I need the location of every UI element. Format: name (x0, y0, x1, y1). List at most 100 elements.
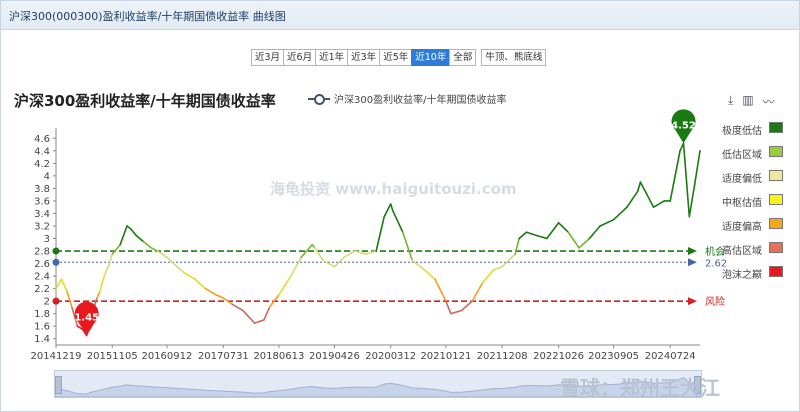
reference-line-label: 2.62 (705, 258, 727, 269)
series-segment (60, 278, 68, 293)
x-tick-label: 20151105 (87, 351, 138, 362)
y-tick-label: 4 (44, 171, 50, 182)
series-segment (383, 203, 392, 218)
x-tick-label: 20170731 (198, 351, 249, 362)
series-segment (215, 294, 225, 299)
x-tick-label: 20180613 (253, 351, 304, 362)
series-segment (411, 259, 426, 271)
y-tick-label: 3.4 (34, 209, 50, 220)
series-segment (231, 303, 244, 312)
series-segment (460, 300, 473, 312)
series-segment (401, 231, 414, 262)
x-tick-label: 20211208 (477, 351, 528, 362)
reference-line-arrow (688, 297, 697, 306)
series-segment (183, 272, 196, 281)
series-segment (135, 234, 145, 243)
series-segment (55, 278, 63, 290)
y-tick-label: 4.4 (34, 146, 50, 157)
series-segment (166, 256, 175, 265)
series-segment (501, 253, 516, 268)
series-segment (66, 290, 73, 309)
series-segment (242, 309, 256, 324)
y-tick-label: 2.2 (34, 284, 50, 295)
brand-watermark: 雪球：郑州王大江 (560, 376, 720, 400)
y-tick-label: 2.4 (34, 272, 50, 283)
series-segment (290, 256, 302, 277)
reference-line-dot (52, 247, 60, 255)
reference-line-label: 风险 (705, 295, 725, 308)
x-tick-label: 20240724 (645, 351, 696, 362)
series-segment (103, 262, 111, 277)
line-chart: 1.41.6 1.82 2.22.4 2.62.8 3 3.23.4 3.63.8 44.2 4… (31, 109, 727, 362)
y-tick-label: 2.8 (34, 247, 50, 258)
y-tick-label: 4.2 (34, 159, 50, 170)
series-segment (142, 240, 153, 249)
series-segment (546, 222, 560, 240)
series-segment (423, 269, 436, 281)
series-segment (194, 278, 207, 290)
series-segment (204, 287, 217, 296)
series-segment (693, 149, 701, 187)
series-segment (253, 319, 265, 324)
series-segment (96, 290, 101, 299)
y-tick-label: 3.2 (34, 221, 50, 232)
series-segment (492, 265, 503, 271)
series-segment (314, 247, 324, 262)
series-segment (588, 225, 601, 240)
series-segment (322, 259, 336, 268)
series-segment (389, 203, 394, 212)
series-segment (578, 237, 591, 249)
y-tick-label: 3 (44, 234, 50, 245)
y-tick-label: 1.4 (34, 334, 50, 345)
series-segment (525, 231, 537, 237)
series-segment (612, 206, 628, 221)
series-segment (652, 200, 666, 208)
series-segment (567, 231, 580, 249)
x-tick-label: 20141219 (31, 351, 82, 362)
series-segment (688, 184, 696, 218)
reference-line-arrow (688, 258, 697, 267)
x-tick-label: 20210121 (420, 351, 471, 362)
y-tick-label: 1.8 (34, 309, 50, 320)
series-segment (119, 225, 128, 246)
series-segment (599, 218, 615, 227)
y-tick-label: 2 (44, 297, 50, 308)
series-segment (130, 228, 137, 237)
series-segment (172, 262, 186, 274)
series-segment (391, 209, 404, 234)
series-segment (669, 149, 681, 202)
series-segment (518, 231, 528, 240)
series-segment (343, 250, 356, 259)
reference-line-dot (52, 258, 60, 266)
x-tick-label: 20190426 (309, 351, 360, 362)
reference-line-arrow (688, 247, 697, 256)
series-segment (450, 309, 463, 315)
series-segment (333, 256, 345, 268)
slider-left-handle[interactable] (55, 376, 62, 394)
series-segment (482, 269, 495, 284)
series-segment (557, 222, 570, 234)
y-tick-label: 2.6 (34, 259, 50, 270)
y-tick-label: 4.6 (34, 134, 50, 145)
pin-marker-label: 4.52 (671, 120, 696, 131)
series-segment (375, 215, 386, 252)
series-segment (471, 281, 484, 302)
series-segment (636, 181, 642, 193)
x-tick-label: 20221026 (533, 351, 584, 362)
pin-marker-label: 1.45 (74, 313, 99, 324)
series-segment (626, 190, 639, 208)
series-segment (434, 278, 447, 302)
series-segment (639, 181, 655, 208)
y-tick-label: 1.6 (34, 322, 50, 333)
series-segment (535, 234, 548, 240)
series-segment (108, 253, 114, 265)
series-segment (682, 142, 691, 218)
series-segment (278, 275, 292, 296)
x-tick-label: 20230905 (588, 351, 639, 362)
series-segment (445, 300, 452, 315)
reference-line-dot (52, 297, 60, 305)
reference-line-label: 机会 (705, 245, 725, 258)
series-segment (111, 243, 121, 255)
series-segment (150, 247, 159, 252)
series-segment (99, 275, 105, 293)
